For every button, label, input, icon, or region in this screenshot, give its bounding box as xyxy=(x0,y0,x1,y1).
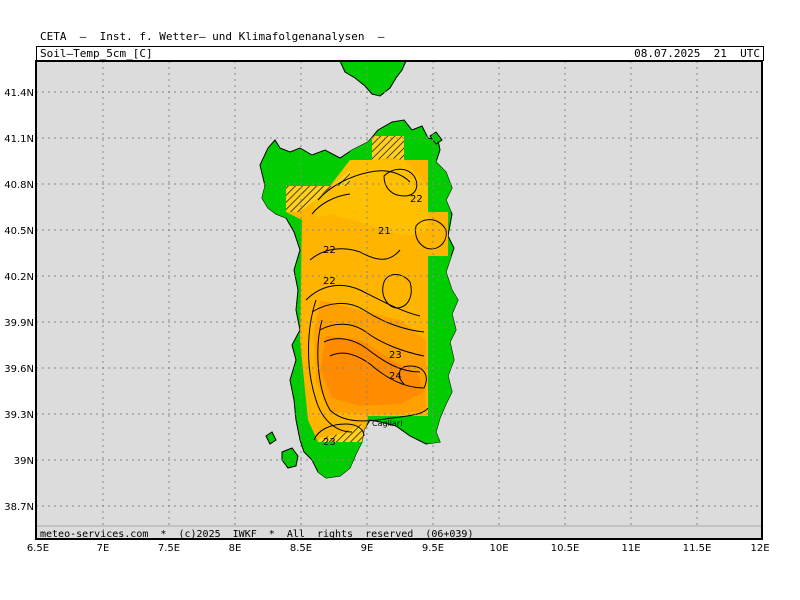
lat-tick-label: 41.1N xyxy=(4,134,34,145)
cool-hatch-north xyxy=(372,136,404,160)
soil-temperature-map: 22 21 22 22 23 24 23 Cagliari 41.4N 41.1… xyxy=(4,60,770,554)
longitude-axis: 6.5E 7E 7.5E 8E 8.5E 9E 9.5E 10E 10.5E 1… xyxy=(27,543,770,554)
lon-tick-label: 8.5E xyxy=(290,543,312,554)
lon-tick-label: 10E xyxy=(489,543,508,554)
lon-tick-label: 11.5E xyxy=(683,543,712,554)
contour-label: 21 xyxy=(378,226,391,237)
lon-tick-label: 12E xyxy=(750,543,769,554)
lat-tick-label: 38.7N xyxy=(4,502,34,513)
lat-tick-label: 40.8N xyxy=(4,180,34,191)
lon-tick-label: 11E xyxy=(621,543,640,554)
lat-tick-label: 39.6N xyxy=(4,364,34,375)
copyright-credit: meteo-services.com * (c)2025 IWKF * All … xyxy=(40,529,474,540)
lon-tick-label: 9E xyxy=(361,543,374,554)
contour-label: 22 xyxy=(410,194,423,205)
contour-label: 23 xyxy=(389,350,402,361)
contour-label: 22 xyxy=(323,276,336,287)
lon-tick-label: 7E xyxy=(97,543,110,554)
lat-tick-label: 39.3N xyxy=(4,410,34,421)
contour-label: 22 xyxy=(323,245,336,256)
lat-tick-label: 40.5N xyxy=(4,226,34,237)
contour-label: 24 xyxy=(389,371,402,382)
lon-tick-label: 6.5E xyxy=(27,543,49,554)
lat-tick-label: 41.4N xyxy=(4,88,34,99)
lat-tick-label: 39.9N xyxy=(4,318,34,329)
latitude-axis: 41.4N 41.1N 40.8N 40.5N 40.2N 39.9N 39.6… xyxy=(4,88,34,513)
lon-tick-label: 8E xyxy=(229,543,242,554)
lon-tick-label: 7.5E xyxy=(158,543,180,554)
contour-label: 23 xyxy=(323,437,336,448)
lon-tick-label: 9.5E xyxy=(422,543,444,554)
place-label-cagliari: Cagliari xyxy=(372,419,402,428)
lat-tick-label: 39N xyxy=(14,456,34,467)
lon-tick-label: 10.5E xyxy=(551,543,580,554)
lat-tick-label: 40.2N xyxy=(4,272,34,283)
